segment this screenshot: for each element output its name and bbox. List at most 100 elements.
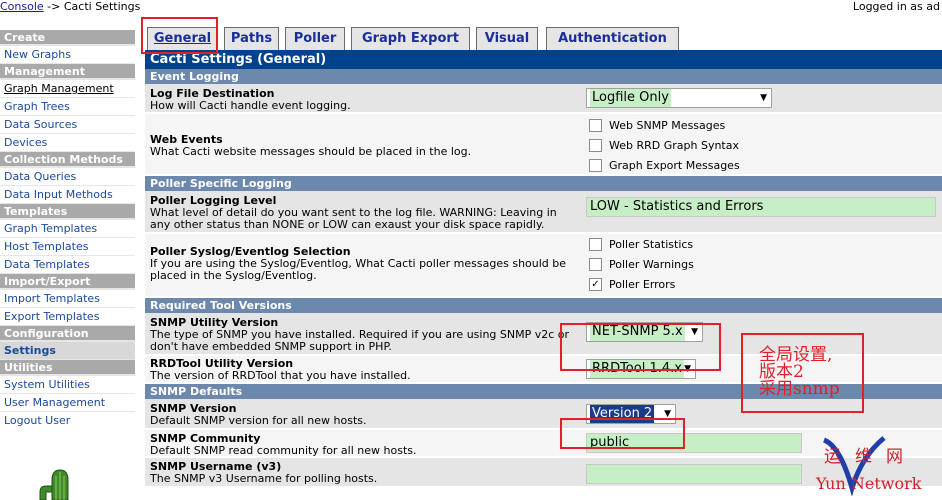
menu-item-user-management[interactable]: User Management [0,394,135,412]
breadcrumb-separator: -> [43,0,64,13]
chevron-down-icon: ▼ [664,409,671,419]
tab-paths[interactable]: Paths [224,27,279,50]
row-web-events: Web Events What Cacti website messages s… [145,114,942,176]
poller-level-select[interactable]: LOW - Statistics and Errors [586,197,936,217]
menu-item-devices[interactable]: Devices [0,134,135,152]
watermark-text-en: Yun Network [816,474,922,493]
menu-item-data-templates[interactable]: Data Templates [0,256,135,274]
web-rrd-checkbox[interactable] [589,138,602,152]
breadcrumb-current: Cacti Settings [63,0,141,13]
menu-item-export-templates[interactable]: Export Templates [0,308,135,326]
web-events-desc: What Cacti website messages should be pl… [150,145,472,158]
row-rrdtool-text: RRDTool Utility Version The version of R… [150,358,580,382]
checkbox-row-poller-errors[interactable]: ✓ Poller Errors [589,277,675,293]
section-event-logging: Event Logging [145,69,942,84]
menu-item-graph-templates[interactable]: Graph Templates [0,220,135,238]
rrdtool-select[interactable]: RRDTool 1.4.x ▼ [586,359,696,379]
annotation-text: 全局设置, 版本2 采用snmp [759,347,840,398]
snmp-utility-select-value: NET-SNMP 5.x [590,323,685,341]
web-snmp-checkbox[interactable] [589,118,602,132]
log-file-select-value: Logfile Only [590,89,671,107]
web-rrd-label: Web RRD Graph Syntax [609,139,739,152]
breadcrumb-console-link[interactable]: Console [0,0,44,13]
row-log-file-destination: Log File Destination How will Cacti hand… [145,84,942,114]
poller-statistics-label: Poller Statistics [609,238,694,251]
menu-header-templates: Templates [0,204,135,220]
poller-errors-checkbox[interactable]: ✓ [589,277,602,291]
section-poller-logging: Poller Specific Logging [145,176,942,191]
log-file-select[interactable]: Logfile Only ▼ [586,88,772,108]
graph-export-label: Graph Export Messages [609,159,740,172]
row-snmp-community-text: SNMP Community Default SNMP read communi… [150,433,580,457]
checkbox-row-web-snmp[interactable]: Web SNMP Messages [589,118,725,134]
menu-item-import-templates[interactable]: Import Templates [0,290,135,308]
row-poller-level-text: Poller Logging Level What level of detai… [150,195,580,231]
annotation-note: 全局设置, 版本2 采用snmp [741,333,864,413]
menu-item-data-input-methods[interactable]: Data Input Methods [0,186,135,204]
web-snmp-label: Web SNMP Messages [609,119,726,132]
menu-item-data-sources[interactable]: Data Sources [0,116,135,134]
snmp-version-select-value: Version 2 [590,405,655,423]
row-log-file-text: Log File Destination How will Cacti hand… [150,88,580,112]
menu-item-graph-management-label: Graph Management [4,82,114,95]
row-snmp-username-text: SNMP Username (v3) The SNMP v3 Username … [150,461,580,485]
tab-poller[interactable]: Poller [285,27,345,50]
row-snmp-utility-text: SNMP Utility Version The type of SNMP yo… [150,317,580,353]
tab-graph-export[interactable]: Graph Export [351,27,470,50]
snmp-username-desc: The SNMP v3 Username for polling hosts. [150,472,378,485]
menu-item-system-utilities[interactable]: System Utilities [0,376,135,394]
settings-panel: Cacti Settings (General) Event Logging L… [145,50,942,488]
poller-warnings-label: Poller Warnings [609,258,694,271]
tab-general[interactable]: General [147,27,218,50]
row-snmp-version-text: SNMP Version Default SNMP version for al… [150,403,580,427]
top-bar: Console -> Cacti Settings Logged in as a… [0,0,942,14]
tab-authentication[interactable]: Authentication [546,27,679,50]
checkbox-row-poller-statistics[interactable]: Poller Statistics [589,237,693,253]
sidebar-menu: Create New Graphs Management Graph Manag… [0,30,135,430]
menu-item-logout-user[interactable]: Logout User [0,412,135,430]
checkbox-row-graph-export[interactable]: Graph Export Messages [589,158,740,174]
row-poller-logging-level: Poller Logging Level What level of detai… [145,191,942,234]
chevron-down-icon: ▼ [684,364,691,374]
menu-header-create: Create [0,30,135,46]
watermark: 运维网 Yun Network [796,436,942,496]
poller-statistics-checkbox[interactable] [589,237,602,251]
annotation-line-3: 采用snmp [759,379,840,399]
breadcrumb: Console -> Cacti Settings [0,0,140,13]
poller-warnings-checkbox[interactable] [589,257,602,271]
checkbox-row-poller-warnings[interactable]: Poller Warnings [589,257,694,273]
menu-item-host-templates[interactable]: Host Templates [0,238,135,256]
poller-syslog-desc: If you are using the Syslog/Eventlog, Wh… [150,257,567,282]
chevron-down-icon: ▼ [760,93,767,103]
menu-item-new-graphs[interactable]: New Graphs [0,46,135,64]
poller-errors-label: Poller Errors [609,278,676,291]
login-status: Logged in as ad [852,0,940,13]
snmp-version-desc: Default SNMP version for all new hosts. [150,414,367,427]
chevron-down-icon: ▼ [691,327,698,337]
menu-header-utilities: Utilities [0,360,135,376]
menu-header-import-export: Import/Export [0,274,135,290]
section-tool-versions: Required Tool Versions [145,298,942,313]
snmp-utility-select[interactable]: NET-SNMP 5.x ▼ [586,322,703,342]
snmp-utility-desc: The type of SNMP you have installed. Req… [150,328,570,353]
menu-item-settings[interactable]: Settings [0,342,135,360]
checkbox-row-web-rrd[interactable]: Web RRD Graph Syntax [589,138,739,154]
graph-export-checkbox[interactable] [589,158,602,172]
menu-item-graph-management[interactable]: Graph Management [0,80,135,98]
snmp-community-input[interactable]: public [586,433,802,453]
menu-item-graph-trees[interactable]: Graph Trees [0,98,135,116]
row-web-events-text: Web Events What Cacti website messages s… [150,134,580,158]
snmp-version-select[interactable]: Version 2 ▼ [586,404,676,424]
menu-header-collection-methods: Collection Methods [0,152,135,168]
log-file-desc: How will Cacti handle event logging. [150,99,351,112]
rrdtool-select-value: RRDTool 1.4.x [590,360,684,378]
row-poller-syslog-text: Poller Syslog/Eventlog Selection If you … [150,246,580,282]
cactus-logo [39,469,69,500]
tab-visual[interactable]: Visual [476,27,538,50]
rrdtool-desc: The version of RRDTool that you have ins… [150,369,411,382]
snmp-username-input[interactable] [586,464,802,484]
snmp-community-desc: Default SNMP read community for all new … [150,444,417,457]
watermark-text-cn: 运维网 [824,447,917,467]
menu-header-management: Management [0,64,135,80]
menu-item-data-queries[interactable]: Data Queries [0,168,135,186]
